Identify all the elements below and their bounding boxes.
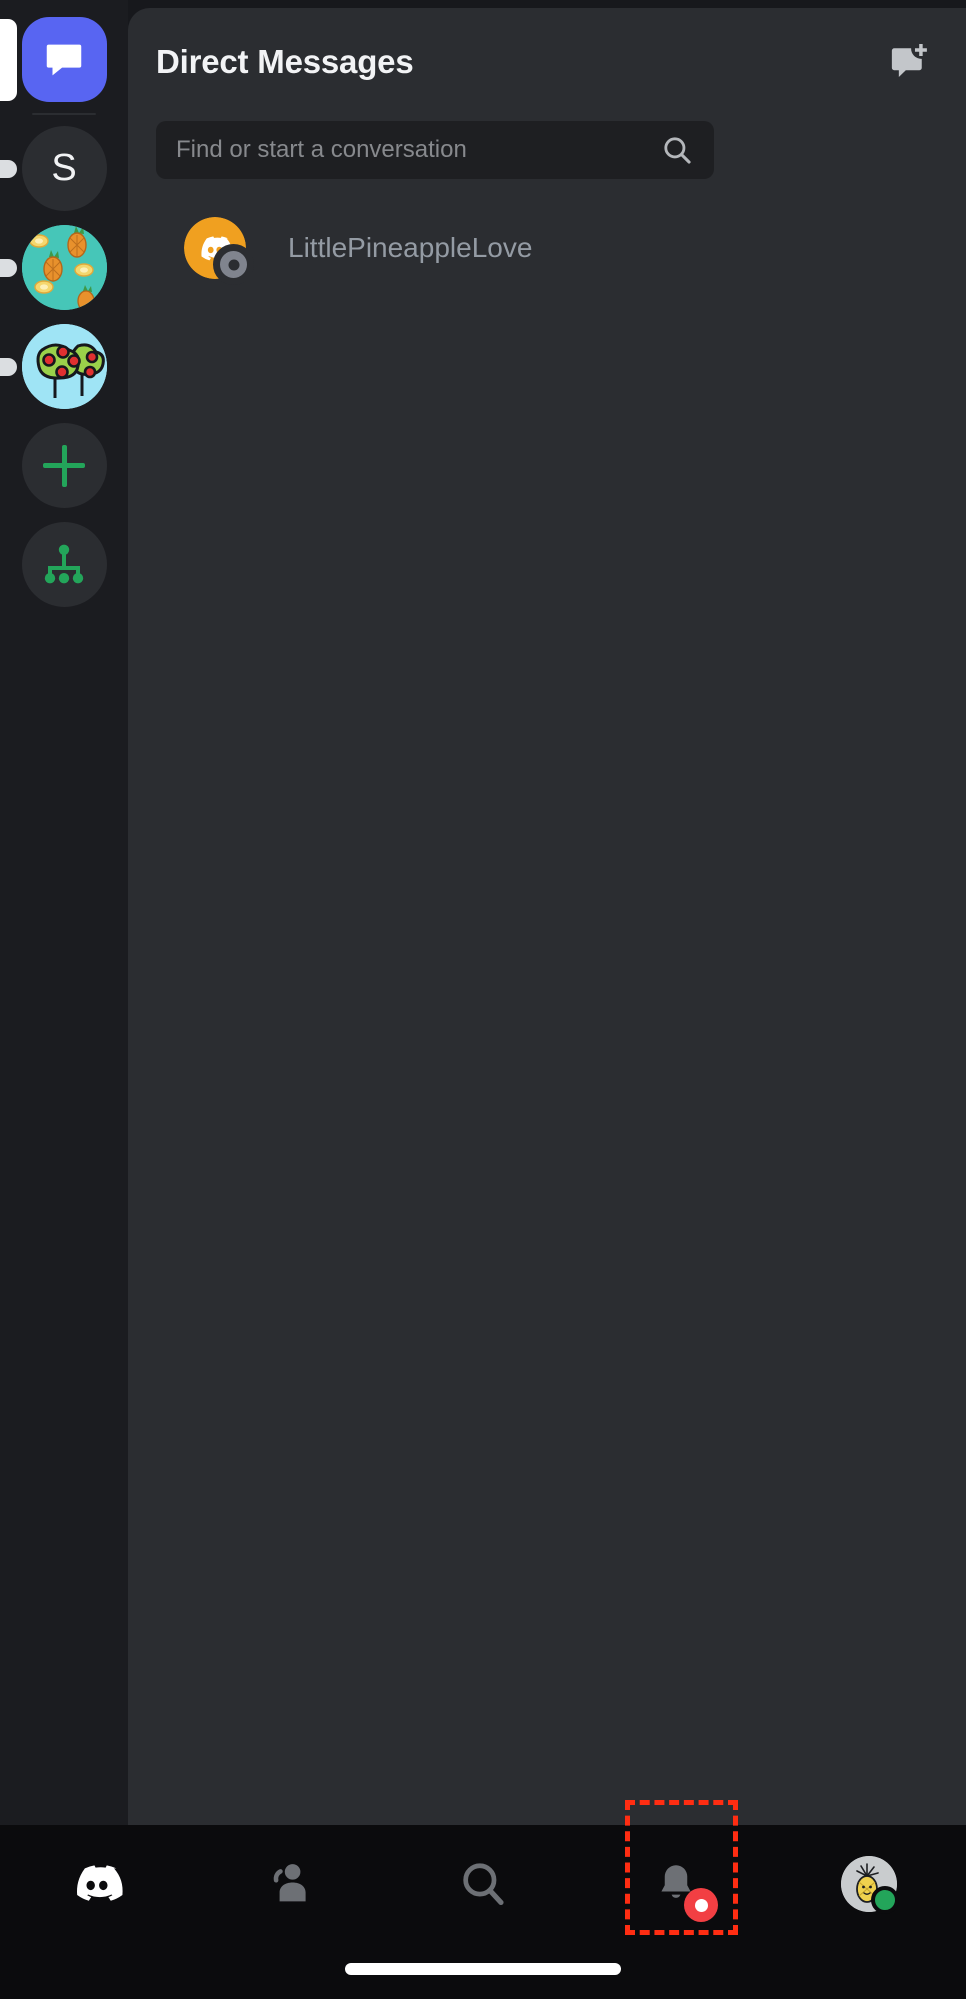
new-message-icon[interactable] xyxy=(878,32,938,92)
unread-pill xyxy=(0,159,17,178)
search-icon xyxy=(664,137,691,164)
unread-pill xyxy=(0,357,17,376)
chat-bubble-icon xyxy=(21,17,107,102)
tab-notifications[interactable] xyxy=(580,1825,773,1943)
home-indicator xyxy=(345,1963,621,1975)
notification-badge xyxy=(684,1888,719,1922)
status-badge-online xyxy=(871,1886,900,1914)
sidebar-item-home[interactable] xyxy=(0,10,128,109)
search-bar[interactable] xyxy=(156,121,714,179)
page-title: Direct Messages xyxy=(156,43,414,80)
list-item-label: LittlePineappleLove xyxy=(288,232,533,263)
avatar xyxy=(841,1856,900,1914)
tab-servers[interactable] xyxy=(0,1825,193,1943)
list-item[interactable]: LittlePineappleLove xyxy=(128,204,966,292)
letter-avatar: S xyxy=(21,126,107,211)
sidebar-item-server-appletree[interactable] xyxy=(0,317,128,416)
tab-friends[interactable] xyxy=(193,1825,386,1943)
tab-profile[interactable] xyxy=(773,1825,966,1943)
dm-list: LittlePineappleLove xyxy=(128,204,966,292)
plus-icon xyxy=(21,423,107,508)
pineapple-pattern-icon xyxy=(21,225,107,310)
tab-search[interactable] xyxy=(386,1825,579,1943)
panel-header: Direct Messages xyxy=(128,8,966,116)
selected-pill xyxy=(0,18,17,101)
server-initial: S xyxy=(51,147,77,189)
discord-mobile-app: S Direct Messages Find or start a conver… xyxy=(0,0,966,1999)
server-rail: S xyxy=(0,0,128,1825)
sidebar-item-server-pineapple[interactable] xyxy=(0,218,128,317)
status-badge-offline xyxy=(213,244,254,285)
search-icon xyxy=(463,1863,504,1906)
rail-divider xyxy=(32,113,96,115)
dm-panel: Direct Messages Find or start a conversa… xyxy=(128,8,966,1825)
sidebar-item-server-s[interactable]: S xyxy=(0,119,128,218)
person-wave-icon xyxy=(273,1864,306,1902)
discord-logo-icon xyxy=(76,1865,123,1901)
add-server-button[interactable] xyxy=(0,416,128,515)
apple-tree-icon xyxy=(21,324,107,409)
avatar xyxy=(184,217,254,285)
network-hierarchy-icon xyxy=(21,522,107,607)
search-input[interactable] xyxy=(176,136,660,164)
explore-servers-button[interactable] xyxy=(0,515,128,614)
unread-pill xyxy=(0,258,17,277)
